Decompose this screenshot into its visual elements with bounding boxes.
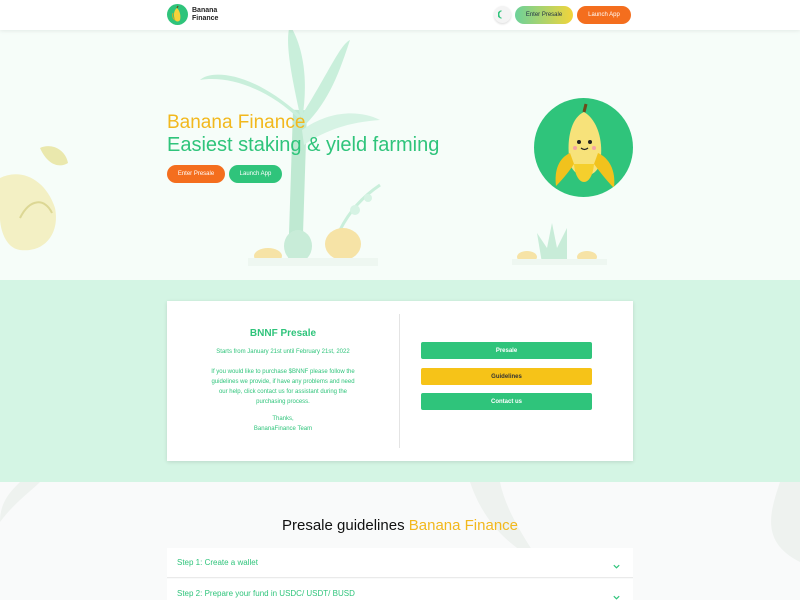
guidelines-button[interactable]: Guidelines bbox=[421, 368, 592, 385]
hero-enter-presale-button[interactable]: Enter Presale bbox=[167, 165, 225, 183]
hero-launch-app-button[interactable]: Launch App bbox=[229, 165, 282, 183]
hero-section: Banana Finance Easiest staking & yield f… bbox=[0, 30, 800, 280]
presale-title: BNNF Presale bbox=[249, 328, 317, 339]
guidelines-heading-text: Presale guidelines bbox=[282, 517, 405, 534]
presale-dates: Starts from January 21st until February … bbox=[216, 349, 350, 355]
banana-peel-illustration bbox=[0, 146, 68, 251]
accordion-label: Step 2: Prepare your fund in USDC/ USDT/… bbox=[177, 589, 355, 598]
card-divider bbox=[399, 314, 400, 448]
accordion-label: Step 1: Create a wallet bbox=[177, 558, 258, 567]
accordion-step-1[interactable]: Step 1: Create a wallet bbox=[167, 548, 633, 578]
theme-toggle-button[interactable] bbox=[494, 6, 511, 23]
guidelines-heading: Presale guidelines Banana Finance bbox=[0, 517, 800, 534]
guidelines-heading-accent: Banana Finance bbox=[408, 517, 518, 534]
header-launch-app-button[interactable]: Launch App bbox=[577, 6, 631, 24]
hero-title: Banana Finance bbox=[167, 112, 306, 133]
chevron-down-icon[interactable] bbox=[612, 589, 621, 600]
banana-mascot-image bbox=[534, 98, 633, 197]
presale-card: BNNF Presale Starts from January 21st un… bbox=[167, 301, 633, 461]
presale-info: BNNF Presale Starts from January 21st un… bbox=[167, 301, 399, 461]
bush-illustration bbox=[248, 228, 378, 266]
presale-team: BananaFinance Team bbox=[253, 426, 313, 432]
presale-button[interactable]: Presale bbox=[421, 342, 592, 359]
chevron-down-icon[interactable] bbox=[612, 558, 621, 576]
accordion-step-2[interactable]: Step 2: Prepare your fund in USDC/ USDT/… bbox=[167, 579, 633, 600]
banana-logo-icon bbox=[167, 4, 188, 25]
top-navbar: Banana Finance Enter Presale Launch App bbox=[0, 0, 800, 30]
plant-illustration bbox=[512, 223, 607, 265]
logo[interactable]: Banana Finance bbox=[167, 4, 218, 25]
logo-text: Banana Finance bbox=[192, 7, 218, 23]
contact-us-button[interactable]: Contact us bbox=[421, 393, 592, 410]
presale-thanks: Thanks, bbox=[272, 416, 294, 422]
logo-line2: Finance bbox=[192, 14, 219, 22]
header-enter-presale-button[interactable]: Enter Presale bbox=[515, 6, 573, 24]
hero-subtitle: Easiest staking & yield farming bbox=[167, 134, 440, 156]
presale-description: If you would like to purchase $BNNF plea… bbox=[211, 369, 355, 405]
logo-line1: Banana bbox=[192, 6, 218, 14]
moon-icon bbox=[497, 6, 507, 24]
